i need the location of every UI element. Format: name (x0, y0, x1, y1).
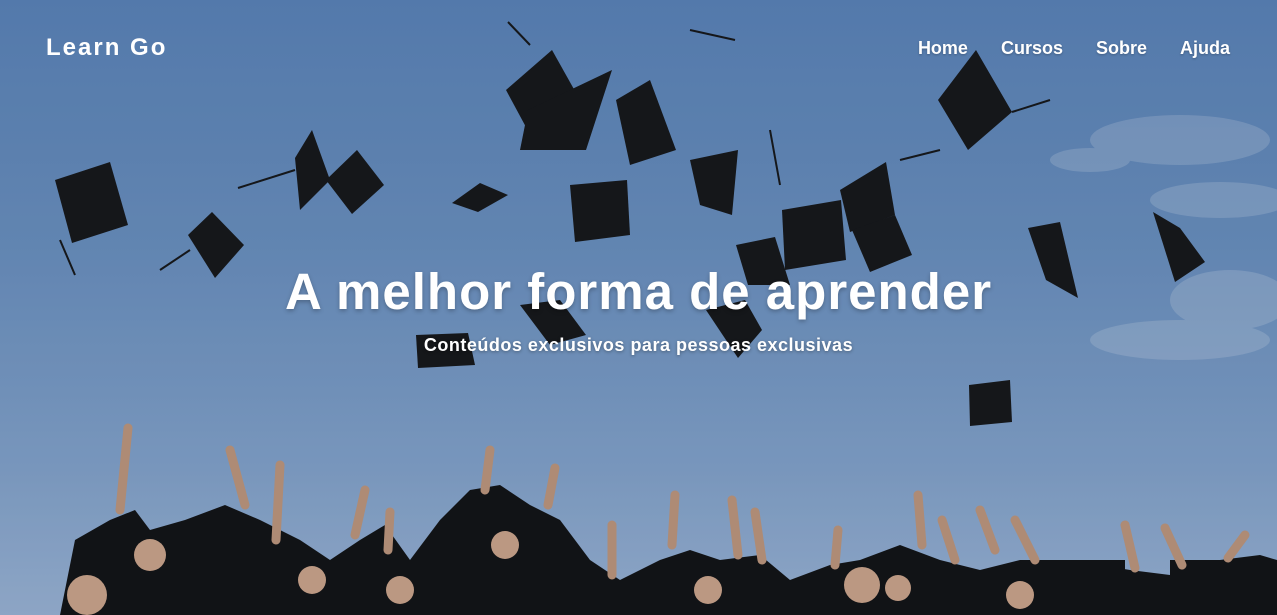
hero-text: A melhor forma de aprender Conteúdos exc… (0, 262, 1277, 356)
hero-subtitle: Conteúdos exclusivos para pessoas exclus… (423, 335, 854, 355)
hero-section: Learn Go Home Cursos Sobre Ajuda A melho… (0, 0, 1277, 615)
nav-links: Home Cursos Sobre Ajuda (918, 38, 1230, 59)
nav-link-cursos[interactable]: Cursos (1001, 38, 1063, 59)
nav-link-ajuda[interactable]: Ajuda (1180, 38, 1230, 59)
hero-title: A melhor forma de aprender (284, 263, 993, 320)
nav-link-sobre[interactable]: Sobre (1096, 38, 1147, 59)
nav-link-home[interactable]: Home (918, 38, 968, 59)
navbar: Learn Go Home Cursos Sobre Ajuda (0, 0, 1277, 100)
brand-logo[interactable]: Learn Go (46, 34, 167, 62)
